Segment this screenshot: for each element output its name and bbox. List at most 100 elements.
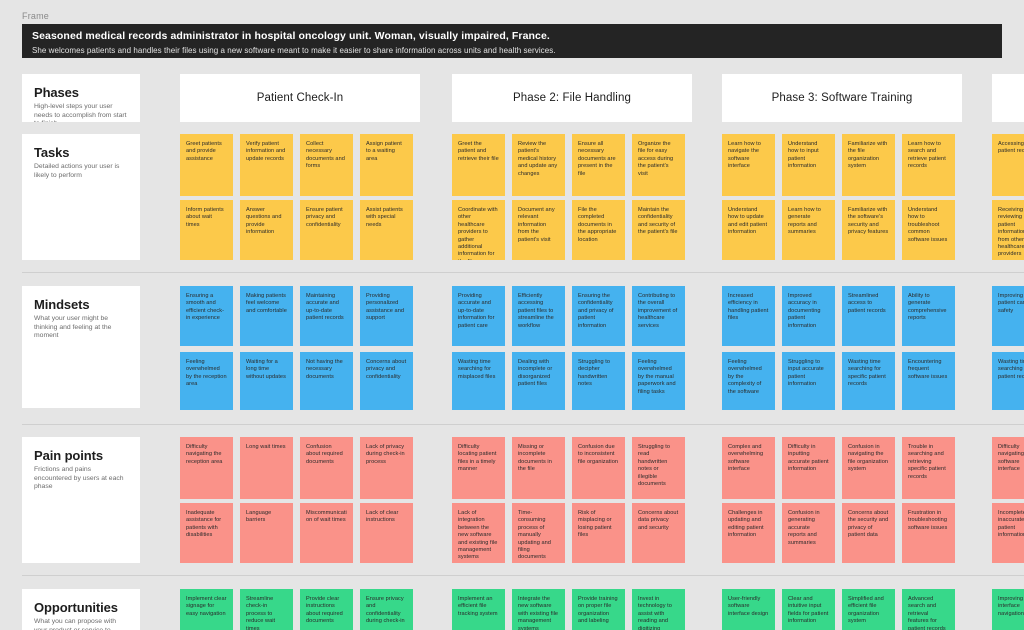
sticky-note-mindset[interactable]: Increased efficiency in handling patient… — [722, 286, 775, 346]
sticky-note-task[interactable]: Understand how to update and edit patien… — [722, 200, 775, 260]
sticky-note-mindset[interactable]: Maintaining accurate and up-to-date pati… — [300, 286, 353, 346]
sticky-note-painpoint[interactable]: Confusion about required documents — [300, 437, 353, 499]
row-label-painpoints[interactable]: Pain points Frictions and pains encounter… — [22, 437, 140, 563]
sticky-note-painpoint[interactable]: Lack of clear instructions — [360, 503, 413, 563]
sticky-note-painpoint[interactable]: Frustration in troubleshooting software … — [902, 503, 955, 563]
sticky-note-mindset[interactable]: Wasting time searching for misplaced fil… — [452, 352, 505, 410]
sticky-note-mindset[interactable]: Making patients feel welcome and comfort… — [240, 286, 293, 346]
sticky-note-task[interactable]: Understand how to troubleshoot common so… — [902, 200, 955, 260]
sticky-note-painpoint[interactable]: Difficulty navigating the software inter… — [992, 437, 1024, 499]
sticky-note-painpoint[interactable]: Difficulty in inputting accurate patient… — [782, 437, 835, 499]
sticky-note-task[interactable]: Greet the patient and retrieve their fil… — [452, 134, 505, 196]
sticky-note-mindset[interactable]: Encountering frequent software issues — [902, 352, 955, 410]
sticky-note-mindset[interactable]: Concerns about privacy and confidentiali… — [360, 352, 413, 410]
sticky-note-task[interactable]: Answer questions and provide information — [240, 200, 293, 260]
sticky-note-task[interactable]: Document any relevant information from t… — [512, 200, 565, 260]
sticky-note-opportunity[interactable]: Simplified and efficient file organizati… — [842, 589, 895, 630]
sticky-note-mindset[interactable]: Struggling to input accurate patient inf… — [782, 352, 835, 410]
row-label-mindsets[interactable]: Mindsets What your user might be thinking… — [22, 286, 140, 408]
sticky-note-mindset[interactable]: Ensuring the confidentiality and privacy… — [572, 286, 625, 346]
sticky-note-painpoint[interactable]: Incomplete or inaccurate patient informa… — [992, 503, 1024, 563]
sticky-note-task[interactable]: Maintain the confidentiality and securit… — [632, 200, 685, 260]
sticky-note-mindset[interactable]: Improving patient care and safety — [992, 286, 1024, 346]
sticky-note-painpoint[interactable]: Long wait times — [240, 437, 293, 499]
sticky-note-task[interactable]: File the completed documents in the appr… — [572, 200, 625, 260]
sticky-note-mindset[interactable]: Dealing with incomplete or disorganized … — [512, 352, 565, 410]
sticky-note-mindset[interactable]: Waiting for a long time without updates — [240, 352, 293, 410]
sticky-note-mindset[interactable]: Wasting time searching for patient recor… — [992, 352, 1024, 410]
sticky-note-painpoint[interactable]: Challenges in updating and editing patie… — [722, 503, 775, 563]
sticky-note-painpoint[interactable]: Concerns about the security and privacy … — [842, 503, 895, 563]
sticky-note-painpoint[interactable]: Lack of privacy during check-in process — [360, 437, 413, 499]
sticky-note-task[interactable]: Learn how to generate reports and summar… — [782, 200, 835, 260]
sticky-note-mindset[interactable]: Providing accurate and up-to-date inform… — [452, 286, 505, 346]
sticky-note-task[interactable]: Organize the file for easy access during… — [632, 134, 685, 196]
sticky-note-mindset[interactable]: Feeling overwhelmed by the manual paperw… — [632, 352, 685, 410]
phase-header-1[interactable]: Patient Check-In — [180, 74, 420, 122]
row-label-tasks[interactable]: Tasks Detailed actions your user is likel… — [22, 134, 140, 260]
sticky-note-mindset[interactable]: Not having the necessary documents — [300, 352, 353, 410]
sticky-note-mindset[interactable]: Struggling to decipher handwritten notes — [572, 352, 625, 410]
sticky-note-painpoint[interactable]: Confusion due to inconsistent file organ… — [572, 437, 625, 499]
phase-header-3[interactable]: Phase 3: Software Training — [722, 74, 962, 122]
sticky-note-mindset[interactable]: Streamlined access to patient records — [842, 286, 895, 346]
sticky-note-task[interactable]: Ensure patient privacy and confidentiali… — [300, 200, 353, 260]
sticky-note-painpoint[interactable]: Miscommunication of wait times — [300, 503, 353, 563]
sticky-note-opportunity[interactable]: Invest in technology to assist with read… — [632, 589, 685, 630]
sticky-note-opportunity[interactable]: Ensure privacy and confidentiality durin… — [360, 589, 413, 630]
row-label-phases[interactable]: Phases High-level steps your user needs t… — [22, 74, 140, 122]
sticky-note-mindset[interactable]: Contributing to the overall improvement … — [632, 286, 685, 346]
sticky-note-task[interactable]: Familiarize with the software's security… — [842, 200, 895, 260]
sticky-note-opportunity[interactable]: Advanced search and retrieval features f… — [902, 589, 955, 630]
sticky-note-task[interactable]: Understand how to input patient informat… — [782, 134, 835, 196]
sticky-note-mindset[interactable]: Feeling overwhelmed by the reception are… — [180, 352, 233, 410]
sticky-note-opportunity[interactable]: User-friendly software interface design — [722, 589, 775, 630]
sticky-note-task[interactable]: Collect necessary documents and forms — [300, 134, 353, 196]
sticky-note-mindset[interactable]: Ensuring a smooth and efficient check-in… — [180, 286, 233, 346]
sticky-note-painpoint[interactable]: Confusion in generating accurate reports… — [782, 503, 835, 563]
sticky-note-painpoint[interactable]: Difficulty navigating the reception area — [180, 437, 233, 499]
sticky-note-mindset[interactable]: Ability to generate comprehensive report… — [902, 286, 955, 346]
sticky-note-task[interactable]: Inform patients about wait times — [180, 200, 233, 260]
sticky-note-painpoint[interactable]: Trouble in searching and retrieving spec… — [902, 437, 955, 499]
sticky-note-painpoint[interactable]: Lack of integration between the new soft… — [452, 503, 505, 563]
sticky-note-mindset[interactable]: Providing personalized assistance and su… — [360, 286, 413, 346]
sticky-note-opportunity[interactable]: Implement an efficient file tracking sys… — [452, 589, 505, 630]
sticky-note-painpoint[interactable]: Difficulty locating patient files in a t… — [452, 437, 505, 499]
sticky-note-task[interactable]: Ensure all necessary documents are prese… — [572, 134, 625, 196]
phase-header-4[interactable] — [992, 74, 1024, 122]
sticky-note-opportunity[interactable]: Streamline check-in process to reduce wa… — [240, 589, 293, 630]
sticky-note-mindset[interactable]: Improved accuracy in documenting patient… — [782, 286, 835, 346]
sticky-note-task[interactable]: Familiarize with the file organization s… — [842, 134, 895, 196]
sticky-note-task[interactable]: Learn how to search and retrieve patient… — [902, 134, 955, 196]
sticky-note-painpoint[interactable]: Missing or incomplete documents in the f… — [512, 437, 565, 499]
sticky-note-task[interactable]: Accessing patient records — [992, 134, 1024, 196]
sticky-note-painpoint[interactable]: Language barriers — [240, 503, 293, 563]
sticky-note-mindset[interactable]: Feeling overwhelmed by the complexity of… — [722, 352, 775, 410]
sticky-note-task[interactable]: Assist patients with special needs — [360, 200, 413, 260]
sticky-note-opportunity[interactable]: Provide clear instructions about require… — [300, 589, 353, 630]
sticky-note-opportunity[interactable]: Integrate the new software with existing… — [512, 589, 565, 630]
sticky-note-opportunity[interactable]: Implement clear signage for easy navigat… — [180, 589, 233, 630]
sticky-note-task[interactable]: Review the patient's medical history and… — [512, 134, 565, 196]
sticky-note-mindset[interactable]: Efficiently accessing patient files to s… — [512, 286, 565, 346]
sticky-note-painpoint[interactable]: Struggling to read handwritten notes or … — [632, 437, 685, 499]
sticky-note-mindset[interactable]: Wasting time searching for specific pati… — [842, 352, 895, 410]
sticky-note-painpoint[interactable]: Concerns about data privacy and security — [632, 503, 685, 563]
sticky-note-task[interactable]: Greet patients and provide assistance — [180, 134, 233, 196]
sticky-note-painpoint[interactable]: Inadequate assistance for patients with … — [180, 503, 233, 563]
sticky-note-opportunity[interactable]: Improving interface navigation — [992, 589, 1024, 630]
sticky-note-painpoint[interactable]: Time-consuming process of manually updat… — [512, 503, 565, 563]
sticky-note-task[interactable]: Assign patient to a waiting area — [360, 134, 413, 196]
phase-header-2[interactable]: Phase 2: File Handling — [452, 74, 692, 122]
row-label-opportunities[interactable]: Opportunities What you can propose with y… — [22, 589, 140, 630]
sticky-note-task[interactable]: Receiving and reviewing patient informat… — [992, 200, 1024, 260]
sticky-note-task[interactable]: Coordinate with other healthcare provide… — [452, 200, 505, 260]
sticky-note-painpoint[interactable]: Risk of misplacing or losing patient fil… — [572, 503, 625, 563]
sticky-note-task[interactable]: Learn how to navigate the software inter… — [722, 134, 775, 196]
sticky-note-opportunity[interactable]: Provide training on proper file organiza… — [572, 589, 625, 630]
sticky-note-opportunity[interactable]: Clear and intuitive input fields for pat… — [782, 589, 835, 630]
sticky-note-painpoint[interactable]: Confusion in navigating the file organiz… — [842, 437, 895, 499]
sticky-note-painpoint[interactable]: Complex and overwhelming software interf… — [722, 437, 775, 499]
sticky-note-task[interactable]: Verify patient information and update re… — [240, 134, 293, 196]
